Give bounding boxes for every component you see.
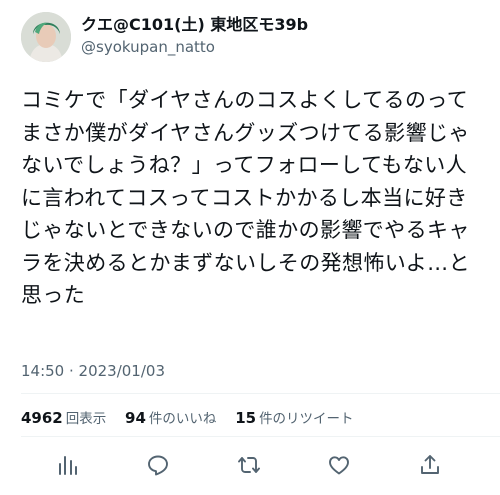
likes-count[interactable]: 94	[125, 409, 146, 427]
engagement-stats: 4962 回表示 94 件のいいね 15 件のリツイート	[21, 407, 368, 427]
analytics-icon	[59, 456, 77, 475]
tweet-text: コミケで「ダイヤさんのコスよくしてるのってまさか僕がダイヤさんグッズつけてる影響…	[21, 88, 470, 307]
retweets-count[interactable]: 15	[235, 409, 256, 427]
reply-icon	[148, 455, 168, 476]
views-label: 回表示	[65, 411, 107, 427]
share-button[interactable]	[417, 452, 443, 478]
retweet-button[interactable]	[236, 452, 262, 478]
avatar[interactable]	[21, 12, 71, 62]
retweets-label[interactable]: 件のリツイート	[259, 411, 354, 427]
tweet-actions	[0, 452, 500, 478]
analytics-button[interactable]	[55, 452, 81, 478]
tweet-timestamp[interactable]: 14:50 · 2023/01/03	[21, 362, 165, 380]
views-count: 4962	[21, 409, 63, 427]
likes-label[interactable]: 件のいいね	[149, 411, 217, 427]
user-handle[interactable]: @syokupan_natto	[81, 37, 308, 57]
avatar-image	[21, 12, 71, 62]
like-icon	[329, 456, 349, 475]
share-icon	[421, 455, 439, 474]
display-name[interactable]: クエ@C101(土) 東地区モ39b	[81, 15, 308, 35]
divider-bottom	[21, 436, 500, 437]
divider-top	[21, 393, 500, 394]
like-button[interactable]	[326, 452, 352, 478]
reply-button[interactable]	[145, 452, 171, 478]
tweet-header: クエ@C101(土) 東地区モ39b @syokupan_natto	[21, 12, 308, 62]
retweet-icon	[238, 457, 260, 473]
